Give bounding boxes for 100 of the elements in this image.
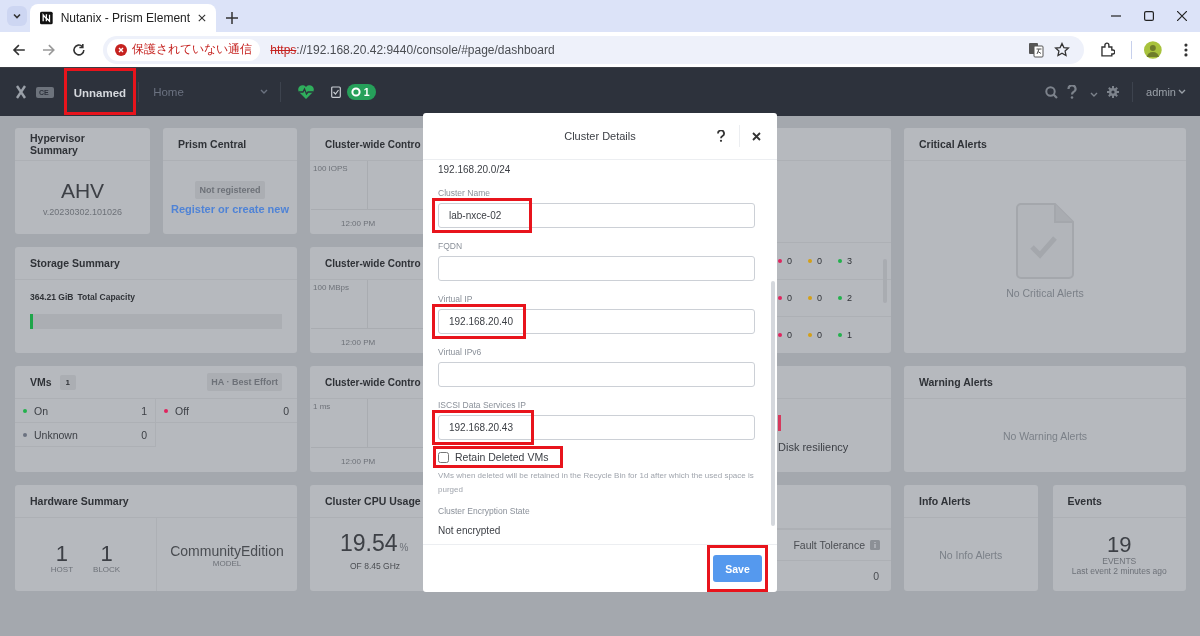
events-label: EVENTS	[1102, 555, 1137, 566]
widget-title: Prism Central	[178, 138, 247, 150]
axis-label: 100 MBps	[313, 283, 350, 292]
help-icon[interactable]	[717, 130, 725, 142]
status-count: 2	[847, 293, 853, 303]
status-count: 0	[817, 330, 823, 340]
hypervisor-name: AHV	[60, 178, 105, 203]
last-event-text: Last event 2 minutes ago	[1071, 565, 1167, 576]
block-label: BLOCK	[93, 565, 121, 574]
help-text: VMs when deleted will be retained in the Recycle Bin for 1d after which the used space is purged	[438, 470, 755, 496]
tab-list-button[interactable]	[7, 6, 27, 26]
user-menu[interactable]: admin	[1146, 86, 1186, 98]
caret-icon[interactable]	[1090, 91, 1099, 98]
status-count: 0	[787, 330, 792, 340]
widget-title: Info Alerts	[919, 495, 971, 507]
axis-label: 100 IOPS	[313, 164, 348, 173]
address-bar[interactable]: 保護されていない通信 https://192.168.20.42:9440/console/#page/dashboard	[103, 35, 1084, 64]
forward-icon[interactable]	[41, 42, 56, 57]
browser-tab[interactable]: Nutanix - Prism Element	[30, 4, 216, 32]
empty-message: No Critical Alerts	[1006, 287, 1084, 299]
status-count: 1	[847, 330, 853, 340]
widget-title: Warning Alerts	[919, 376, 993, 388]
block-count: 1	[100, 543, 113, 565]
capacity-value: 364.21 GiB	[30, 292, 74, 302]
empty-message: No Info Alerts	[939, 548, 1003, 561]
menu-icon[interactable]	[1184, 42, 1189, 57]
task-icon[interactable]	[330, 86, 341, 98]
checkbox[interactable]	[438, 451, 449, 463]
host-count: 1	[55, 543, 69, 565]
status-badge: Not registered	[195, 180, 265, 199]
back-icon[interactable]	[12, 42, 26, 57]
input-field[interactable]: 192.168.20.40	[438, 309, 755, 334]
field-label: FQDN	[438, 241, 464, 251]
cluster-name[interactable]: Unnamed	[73, 87, 127, 99]
field-label: Virtual IP	[438, 294, 474, 304]
version-text: v.20230302.101026	[43, 206, 122, 217]
url-text: https://192.168.20.42:9440/console/#page/dashboard	[270, 42, 555, 57]
field-label: ISCSI Data Services IP	[438, 400, 527, 410]
status-count: 0	[787, 293, 792, 303]
tab-title: Nutanix - Prism Element	[60, 11, 191, 25]
search-icon[interactable]	[1045, 85, 1059, 99]
fault-tolerance-label: Fault Tolerance	[793, 539, 865, 551]
vm-state-label: On	[34, 404, 48, 417]
input-field[interactable]	[438, 256, 755, 281]
caret-icon	[259, 89, 268, 95]
capacity-label: Total Capacity	[77, 292, 135, 302]
status-count: 0	[787, 256, 792, 266]
vm-state-count: 0	[283, 404, 289, 417]
status-count: 3	[847, 256, 853, 266]
count-badge: 1	[59, 374, 77, 390]
caret-icon	[1178, 89, 1186, 95]
encryption-state: Not encrypted	[438, 525, 502, 536]
scrollbar[interactable]	[771, 281, 775, 526]
unit-label: %	[399, 542, 409, 553]
widget-title: Cluster CPU Usage	[325, 495, 421, 507]
input-field[interactable]: lab-nxce-02	[438, 203, 755, 228]
subnet-text: 192.168.20.0/24	[438, 164, 512, 175]
widget-title: Cluster-wide Contro	[325, 138, 421, 150]
new-tab-icon[interactable]	[226, 12, 238, 24]
close-icon[interactable]	[198, 13, 206, 23]
field-label: Cluster Name	[438, 188, 491, 198]
widget-title: Events	[1067, 495, 1102, 507]
settings-icon[interactable]	[1107, 86, 1120, 98]
widget-title: Hardware Summary	[30, 495, 129, 507]
checkbox-label: Retain Deleted VMs	[455, 451, 549, 463]
input-field[interactable]: 192.168.20.43	[438, 415, 755, 440]
field-label: Cluster Encryption State	[438, 506, 531, 516]
field-label: Virtual IPv6	[438, 347, 483, 357]
time-label: 12:00 PM	[341, 457, 376, 466]
avatar-icon[interactable]	[1144, 40, 1163, 59]
vm-state-label: Unknown	[34, 428, 78, 441]
vm-state-label: Off	[175, 404, 189, 417]
widget-title: VMs	[30, 376, 52, 388]
heart-icon[interactable]	[296, 84, 315, 100]
input-field[interactable]	[438, 362, 755, 387]
status-count: 0	[817, 293, 823, 303]
event-count: 19	[1107, 533, 1132, 556]
cpu-capacity: OF 8.45 GHz	[349, 561, 402, 571]
widget-title: Storage Summary	[30, 257, 120, 269]
vm-state-count: 0	[141, 428, 147, 441]
time-label: 12:00 PM	[341, 338, 376, 347]
resiliency-bar	[778, 415, 781, 431]
status-count: 0	[817, 256, 823, 266]
extension-icon[interactable]	[1099, 41, 1116, 58]
maximize-icon[interactable]	[1144, 11, 1154, 21]
translate-icon[interactable]	[1027, 41, 1044, 58]
dialog-title: Cluster Details	[563, 130, 637, 142]
time-label: 12:00 PM	[341, 219, 376, 228]
widget-title: Cluster-wide Contro	[325, 376, 421, 388]
resiliency-label: Disk resiliency	[778, 441, 850, 453]
host-label: HOST	[50, 565, 74, 574]
close-icon[interactable]	[752, 131, 761, 141]
logo-icon	[40, 10, 53, 26]
close-icon[interactable]	[1177, 11, 1187, 21]
widget-title: Hypervisor Summary	[30, 132, 86, 156]
star-icon[interactable]	[1053, 41, 1070, 58]
security-chip[interactable]: 保護されていない通信	[107, 38, 261, 61]
vm-state-count: 1	[141, 404, 147, 417]
reload-icon[interactable]	[71, 42, 86, 57]
widget-title: Critical Alerts	[919, 138, 987, 150]
